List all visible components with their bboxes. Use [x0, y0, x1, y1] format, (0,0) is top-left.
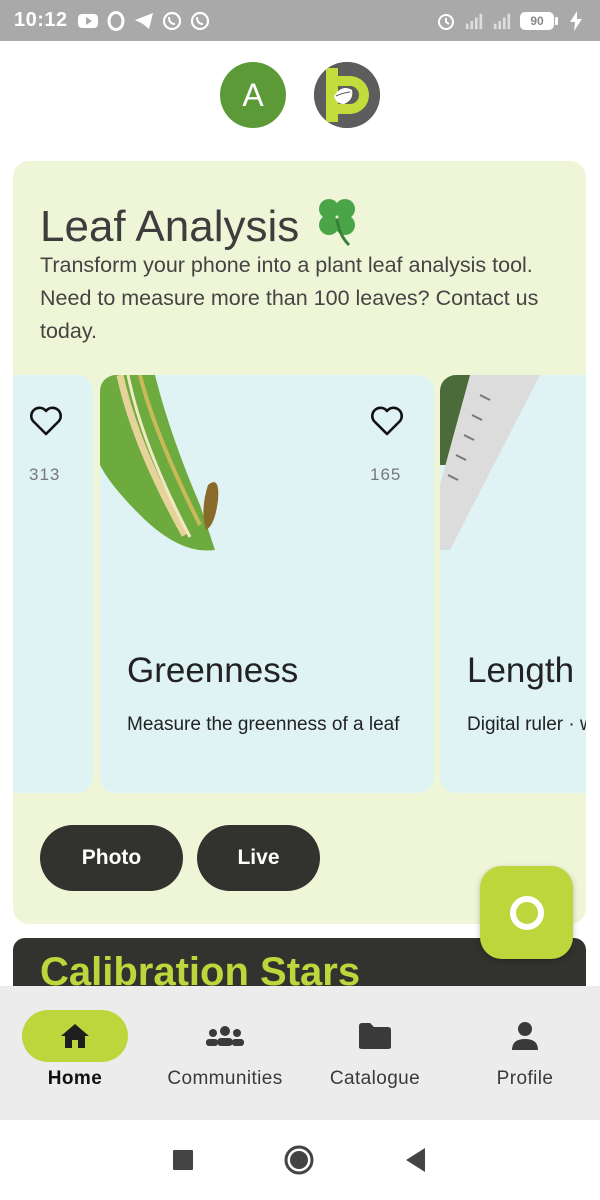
system-navigation-bar: [0, 1120, 600, 1200]
tools-carousel[interactable]: 313 165 Greenness Measure the greenness …: [13, 375, 586, 793]
tool-card[interactable]: 313: [13, 375, 93, 793]
nav-item-profile[interactable]: Profile: [450, 986, 600, 1120]
like-count: 313: [29, 465, 61, 484]
photo-button[interactable]: Photo: [40, 825, 183, 891]
viber-icon: [190, 11, 210, 31]
nav-label: Profile: [496, 1068, 554, 1089]
ruler-image: [440, 375, 540, 550]
nav-item-home[interactable]: Home: [0, 986, 150, 1120]
card-subtitle: Measure the greenness of a leaf: [127, 714, 400, 735]
battery-level: 90: [520, 11, 554, 30]
camera-shutter-icon: [509, 895, 544, 930]
viber-icon: [162, 11, 182, 31]
capture-buttons: Photo Live: [40, 825, 320, 891]
battery-indicator: 90: [520, 11, 558, 30]
battery-tip: [555, 16, 558, 25]
tool-card-length[interactable]: Length Digital ruler · width & leng: [440, 375, 586, 793]
nav-indicator: [322, 1010, 428, 1062]
charging-icon: [566, 10, 586, 31]
status-time: 10:12: [14, 9, 68, 31]
card-subtitle: Digital ruler · width & leng: [467, 714, 586, 735]
back-icon[interactable]: [405, 1148, 427, 1172]
card-title: Greenness: [127, 651, 299, 690]
heart-icon[interactable]: [29, 405, 63, 437]
app-logo-icon[interactable]: [314, 62, 380, 128]
recent-apps-icon[interactable]: [173, 1150, 193, 1170]
section-description: Transform your phone into a plant leaf a…: [40, 253, 539, 343]
header: A: [0, 62, 600, 128]
nav-item-catalogue[interactable]: Catalogue: [300, 986, 450, 1120]
status-bar: 10:12 90: [0, 0, 600, 41]
nav-indicator: [172, 1010, 278, 1062]
telegram-icon: [134, 11, 154, 31]
capture-fab-button[interactable]: [480, 866, 573, 959]
notification-icons: [77, 10, 210, 31]
folder-icon: [359, 1023, 391, 1049]
leaf-analysis-section: Leaf Analysis Transform your phone into …: [13, 161, 586, 924]
live-button[interactable]: Live: [197, 825, 320, 891]
person-icon: [512, 1022, 538, 1050]
youtube-icon: [77, 11, 98, 31]
nav-label: Catalogue: [329, 1068, 421, 1089]
group-icon: [206, 1026, 244, 1046]
section-title-text: Leaf Analysis: [40, 201, 300, 251]
nav-label: Home: [47, 1068, 103, 1089]
avatar[interactable]: A: [220, 62, 286, 128]
home-icon: [61, 1024, 89, 1048]
signal-icon: [492, 11, 512, 31]
nav-item-communities[interactable]: Communities: [150, 986, 300, 1120]
like-count: 165: [370, 465, 402, 484]
opera-icon: [106, 10, 126, 31]
home-circle-icon[interactable]: [283, 1144, 315, 1176]
system-status-icons: 90: [436, 10, 586, 31]
alarm-icon: [436, 11, 456, 31]
nav-indicator: [22, 1010, 128, 1062]
nav-indicator: [472, 1010, 578, 1062]
tool-card-greenness[interactable]: 165 Greenness Measure the greenness of a…: [100, 375, 434, 793]
bottom-navigation: Home Communities Catalogue Profile: [0, 986, 600, 1120]
signal-icon: [464, 11, 484, 31]
nav-label: Communities: [167, 1068, 283, 1089]
leaf-image: [100, 375, 219, 551]
heart-icon[interactable]: [370, 405, 404, 437]
card-title: Length: [467, 651, 575, 690]
